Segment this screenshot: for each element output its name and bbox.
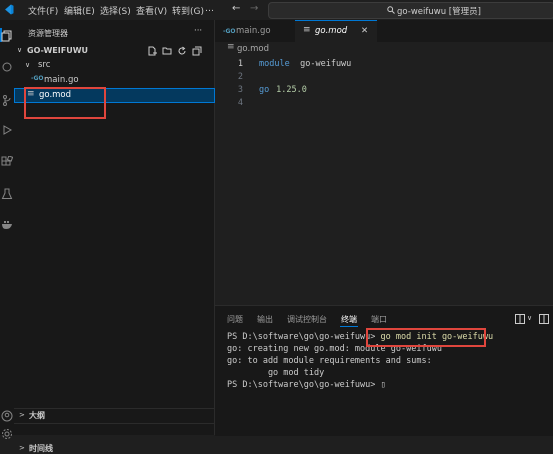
- layout-icon[interactable]: [515, 314, 525, 324]
- file-name: main.go: [44, 75, 79, 85]
- chevron-down-icon[interactable]: ∨: [527, 314, 532, 322]
- code-line-1: 1 module go-weifuwu: [215, 58, 553, 71]
- panel-tab-debug-console[interactable]: 调试控制台: [287, 314, 327, 325]
- explorer-sidebar: 资源管理器 ··· ∨ GO-WEIFUWU ∨ src -GO main.go…: [14, 20, 215, 453]
- line-number: 2: [237, 72, 243, 82]
- terminal-prompt: PS D:\software\go\go-weifuwu>: [227, 332, 381, 342]
- terminal-line-4: go mod tidy: [227, 368, 325, 378]
- more-actions-icon[interactable]: ···: [194, 26, 202, 36]
- menu-go[interactable]: 转到(G): [172, 4, 204, 17]
- refresh-icon[interactable]: [177, 46, 187, 56]
- menu-view[interactable]: 查看(V): [136, 4, 167, 17]
- menu-edit[interactable]: 编辑(E): [64, 4, 95, 17]
- file-item-main-go[interactable]: -GO main.go: [14, 73, 214, 87]
- menu-selection[interactable]: 选择(S): [100, 4, 131, 17]
- mod-file-icon: ≡: [227, 42, 235, 52]
- go-file-icon: -GO: [31, 75, 44, 82]
- testing-icon[interactable]: [1, 188, 13, 200]
- code-keyword: go: [259, 85, 270, 95]
- panel-tab-output[interactable]: 输出: [257, 314, 273, 325]
- source-control-icon[interactable]: [1, 94, 13, 106]
- search-icon[interactable]: [1, 62, 13, 74]
- new-folder-icon[interactable]: [162, 46, 172, 56]
- line-number: 3: [237, 85, 243, 95]
- code-line-3: 3 go 1.25.0: [215, 84, 553, 97]
- tab-main-go[interactable]: -GO main.go: [215, 20, 296, 42]
- terminal-line-3: go: to add module requirements and sums:: [227, 356, 432, 366]
- terminal-prompt: PS D:\software\go\go-weifuwu>: [227, 380, 381, 390]
- divider: [14, 408, 214, 409]
- timeline-section[interactable]: 时间线: [29, 443, 53, 454]
- collapse-all-icon[interactable]: [192, 46, 202, 56]
- activity-bar: [0, 20, 15, 439]
- code-text: 1.25.0: [271, 85, 307, 95]
- menu-file[interactable]: 文件(F): [28, 4, 58, 17]
- panel-tab-terminal[interactable]: 终端: [341, 314, 357, 325]
- run-debug-icon[interactable]: [1, 124, 13, 136]
- new-file-icon[interactable]: [147, 46, 157, 56]
- close-icon[interactable]: ✕: [361, 26, 368, 36]
- manage-gear-icon[interactable]: [1, 428, 13, 440]
- sidebar-title: 资源管理器: [28, 29, 68, 38]
- account-icon[interactable]: [1, 410, 13, 422]
- forward-arrow-icon[interactable]: →: [250, 3, 258, 14]
- code-line-4: 4: [215, 97, 553, 110]
- code-text: go-weifuwu: [295, 59, 352, 69]
- chevron-down-icon[interactable]: ∨: [25, 61, 30, 69]
- title-bar: 文件(F) 编辑(E) 选择(S) 查看(V) 转到(G) … ← → go-w…: [0, 0, 553, 20]
- menu-more[interactable]: …: [205, 4, 214, 14]
- code-line-2: 2: [215, 71, 553, 84]
- highlight-box: [24, 87, 106, 119]
- command-center-search[interactable]: go-weifuwu [管理员]: [268, 2, 553, 19]
- active-tab-underline: [340, 326, 358, 327]
- chevron-right-icon[interactable]: >: [19, 411, 25, 419]
- go-file-icon: -GO: [223, 28, 236, 35]
- tab-label: go.mod: [315, 26, 348, 36]
- tab-go-mod[interactable]: ≡ go.mod ✕: [295, 20, 377, 42]
- line-number: 1: [237, 59, 243, 69]
- panel-tab-problems[interactable]: 问题: [227, 314, 243, 325]
- editor-area[interactable]: ≡ go.mod 1 module go-weifuwu 2 3 go 1.25…: [215, 42, 553, 304]
- terminal-cursor: ▯: [380, 380, 386, 390]
- extensions-icon[interactable]: [1, 156, 13, 168]
- panel-tab-ports[interactable]: 端口: [371, 314, 387, 325]
- bottom-panel: 问题 输出 调试控制台 终端 端口 ∨ PS D:\software\go\go…: [215, 305, 553, 436]
- divider: [14, 423, 214, 424]
- search-text: go-weifuwu [管理员]: [397, 7, 481, 17]
- tab-label: main.go: [236, 26, 271, 36]
- chevron-right-icon[interactable]: >: [19, 444, 25, 452]
- vscode-logo-icon: [5, 4, 14, 15]
- back-arrow-icon[interactable]: ←: [232, 3, 240, 14]
- highlight-box: [366, 328, 486, 347]
- explorer-icon[interactable]: [1, 30, 13, 42]
- split-terminal-icon[interactable]: [539, 314, 549, 324]
- line-number: 4: [237, 98, 243, 108]
- code-keyword: module: [259, 59, 290, 69]
- editor-tabs: -GO main.go ≡ go.mod ✕: [215, 20, 553, 42]
- folder-src[interactable]: src: [38, 60, 50, 70]
- search-icon: [387, 6, 395, 14]
- breadcrumb[interactable]: go.mod: [237, 44, 269, 54]
- chevron-down-icon[interactable]: ∨: [17, 46, 22, 54]
- project-folder[interactable]: GO-WEIFUWU: [27, 46, 88, 55]
- terminal-line-5[interactable]: PS D:\software\go\go-weifuwu> ▯: [227, 380, 386, 390]
- docker-icon[interactable]: [1, 218, 13, 230]
- mod-file-icon: ≡: [303, 25, 311, 35]
- outline-section[interactable]: 大纲: [29, 410, 45, 421]
